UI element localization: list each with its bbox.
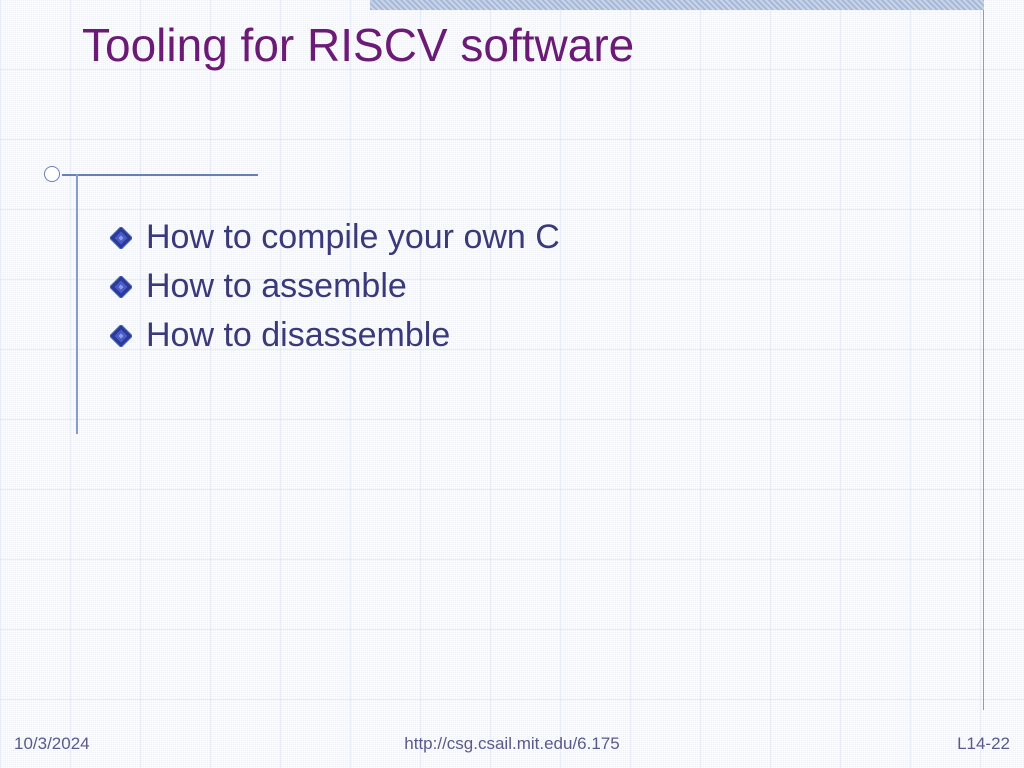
list-item: How to compile your own C xyxy=(110,218,560,257)
bullet-list: How to compile your own C How to assembl… xyxy=(110,218,560,365)
title-divider xyxy=(44,164,244,184)
top-pattern-bar xyxy=(370,0,984,10)
list-item: How to disassemble xyxy=(110,316,560,355)
divider-vertical-right xyxy=(983,10,985,710)
diamond-bullet-icon xyxy=(110,227,132,249)
footer-date: 10/3/2024 xyxy=(14,734,90,754)
divider-circle-icon xyxy=(44,166,60,182)
divider-vertical-left xyxy=(76,174,78,434)
diamond-bullet-icon xyxy=(110,325,132,347)
bullet-text: How to disassemble xyxy=(146,316,450,355)
footer-url: http://csg.csail.mit.edu/6.175 xyxy=(404,734,619,754)
grid-background xyxy=(0,0,1024,768)
footer-page-number: L14-22 xyxy=(957,734,1010,754)
bullet-text: How to compile your own C xyxy=(146,218,560,257)
divider-horizontal-line xyxy=(62,174,258,176)
list-item: How to assemble xyxy=(110,267,560,306)
bullet-text: How to assemble xyxy=(146,267,407,306)
diamond-bullet-icon xyxy=(110,276,132,298)
slide-title: Tooling for RISCV software xyxy=(82,18,634,73)
